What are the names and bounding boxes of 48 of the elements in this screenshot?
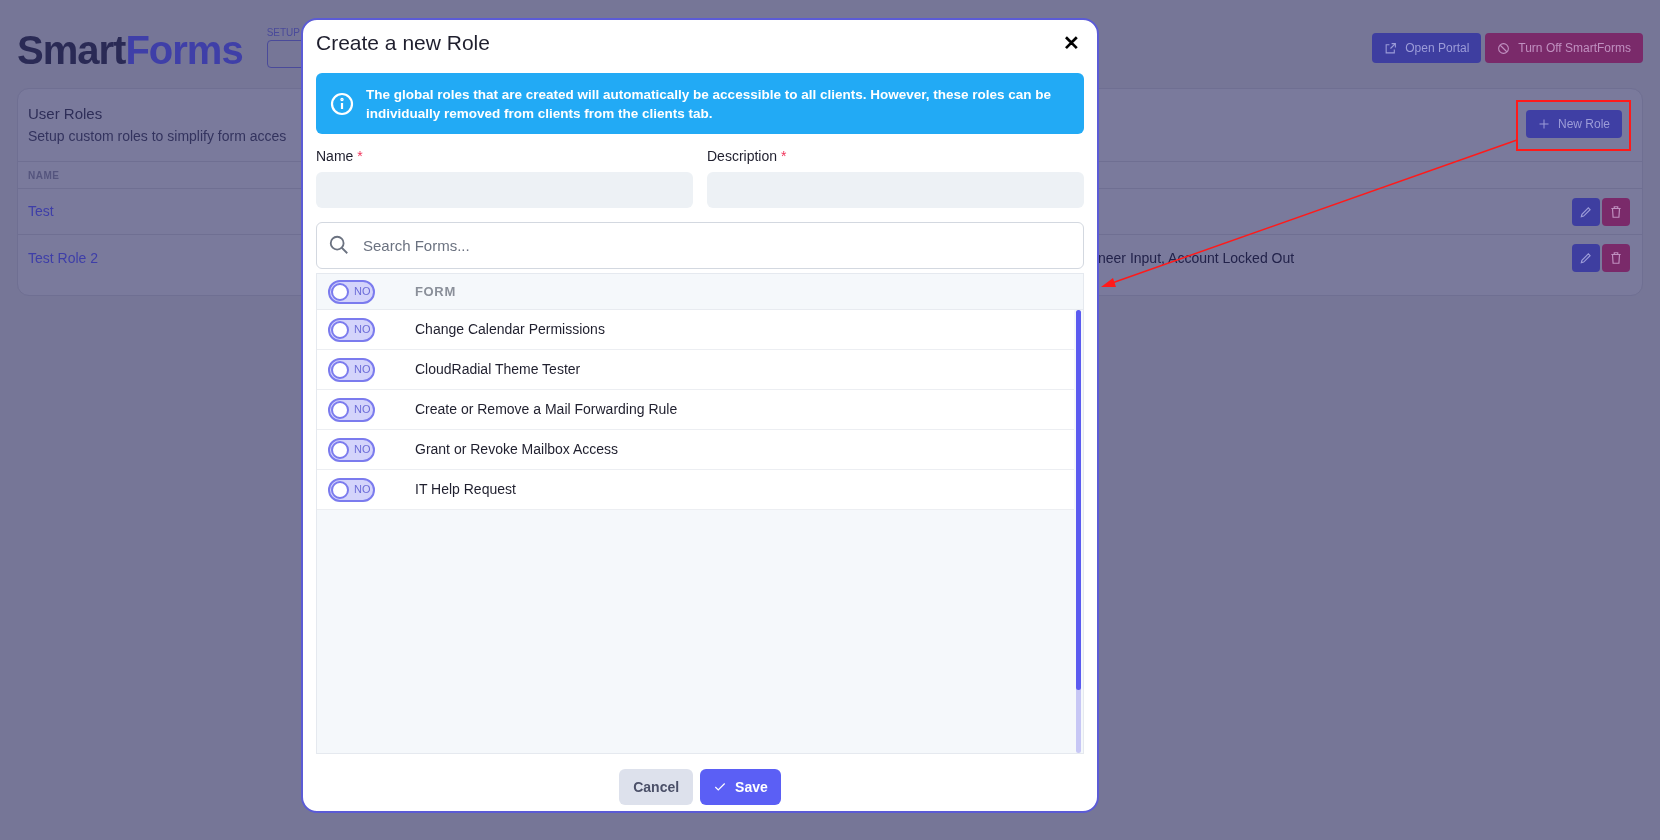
search-icon bbox=[328, 234, 350, 256]
external-link-icon bbox=[1384, 41, 1398, 55]
trash-icon bbox=[1609, 204, 1623, 219]
toggle-switch[interactable]: NO bbox=[328, 317, 375, 342]
pencil-icon bbox=[1579, 251, 1593, 265]
form-name: Grant or Revoke Mailbox Access bbox=[415, 440, 619, 459]
table-row[interactable]: NO CloudRadial Theme Tester bbox=[317, 350, 1074, 390]
info-message: The global roles that are created will automatically be accessible to all clients. However, these roles can be individually removed from clients from the clients tab. bbox=[366, 85, 1052, 123]
form-name: CloudRadial Theme Tester bbox=[415, 360, 581, 379]
table-row[interactable]: NO IT Help Request bbox=[317, 470, 1074, 510]
role-name-link[interactable]: Test Role 2 bbox=[28, 247, 99, 269]
info-icon bbox=[330, 91, 354, 116]
ban-icon bbox=[1497, 41, 1511, 55]
edit-button[interactable] bbox=[1572, 244, 1600, 272]
delete-button[interactable] bbox=[1602, 197, 1630, 226]
form-name: Change Calendar Permissions bbox=[415, 320, 605, 339]
save-button[interactable]: Save bbox=[700, 769, 781, 805]
check-icon bbox=[713, 780, 728, 794]
dialog-title: Create a new Role bbox=[316, 30, 490, 57]
scrollbar[interactable] bbox=[1076, 310, 1081, 753]
field-label: Name * bbox=[316, 147, 364, 166]
card-title: User Roles bbox=[28, 104, 104, 124]
table-row[interactable]: NO Create or Remove a Mail Forwarding Rule bbox=[317, 390, 1074, 430]
search-field[interactable]: Search Forms... bbox=[316, 222, 1084, 269]
pencil-icon bbox=[1579, 204, 1593, 219]
form-name: Create or Remove a Mail Forwarding Rule bbox=[415, 400, 678, 419]
delete-button[interactable] bbox=[1602, 244, 1630, 272]
form-name: IT Help Request bbox=[415, 480, 516, 499]
edit-button[interactable] bbox=[1572, 197, 1600, 226]
app-logo: SmartForms bbox=[17, 27, 243, 70]
toggle-switch[interactable]: NO bbox=[328, 279, 375, 304]
column-header: FORM bbox=[415, 282, 456, 301]
table-row[interactable]: NO Change Calendar Permissions bbox=[317, 310, 1074, 350]
new-role-button[interactable]: New Role bbox=[1525, 110, 1622, 138]
turn-off-button[interactable]: Turn Off SmartForms bbox=[1485, 33, 1643, 63]
toggle-switch[interactable]: NO bbox=[328, 357, 375, 382]
plus-icon bbox=[1537, 118, 1550, 130]
card-subtitle: Setup custom roles to simplify form acces bbox=[28, 126, 287, 146]
table-row[interactable]: NO Grant or Revoke Mailbox Access bbox=[317, 430, 1074, 470]
toggle-switch[interactable]: NO bbox=[328, 477, 375, 502]
close-button[interactable]: ✕ bbox=[1063, 28, 1080, 58]
role-name-link[interactable]: Test bbox=[28, 201, 54, 222]
trash-icon bbox=[1609, 251, 1623, 265]
toggle-switch[interactable]: NO bbox=[328, 397, 375, 422]
field-label: Description * bbox=[707, 147, 788, 166]
open-portal-button[interactable]: Open Portal bbox=[1372, 33, 1482, 63]
cancel-button[interactable]: Cancel bbox=[619, 769, 694, 805]
toggle-switch[interactable]: NO bbox=[328, 437, 375, 462]
